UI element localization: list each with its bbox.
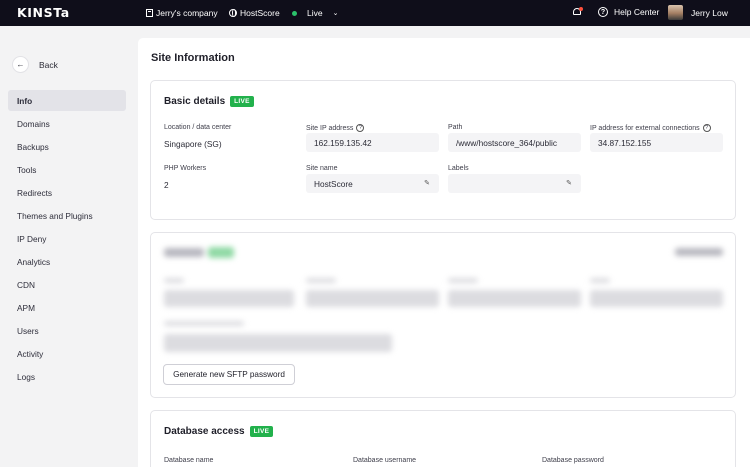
user-name[interactable]: Jerry Low	[691, 8, 728, 18]
php-workers-label: PHP Workers	[164, 165, 207, 172]
back-label: Back	[39, 59, 58, 70]
site-ip-field[interactable]: 162.159.135.42	[306, 133, 439, 152]
sidebar-item-logs[interactable]: Logs	[8, 366, 126, 387]
sidebar-item-themes-plugins[interactable]: Themes and Plugins	[8, 205, 126, 226]
basic-details-title: Basic details LIVE	[164, 96, 254, 107]
database-access-title: Database access LIVE	[164, 426, 274, 437]
sidebar-item-info[interactable]: Info	[8, 90, 126, 111]
external-ip-field[interactable]: 34.87.152.155	[590, 133, 723, 152]
site-ip-value: 162.159.135.42	[314, 137, 372, 148]
kinsta-logo[interactable]: KINSTa	[17, 5, 70, 20]
chevron-down-icon: ⌄	[332, 10, 339, 17]
question-icon: ?	[598, 7, 608, 17]
database-name-label: Database name	[164, 457, 214, 464]
info-icon[interactable]: ?	[702, 124, 711, 132]
path-field[interactable]: /www/hostscore_364/public	[448, 133, 581, 152]
back-link[interactable]: ← Back	[12, 56, 58, 73]
site-name: HostScore	[240, 8, 280, 18]
notifications-bell-icon[interactable]	[572, 7, 583, 18]
pencil-icon[interactable]: ✎	[566, 179, 572, 187]
avatar[interactable]	[668, 5, 683, 20]
environment-switcher[interactable]: Live ⌄	[292, 8, 338, 18]
top-bar: KINSTa Jerry's company HostScore Live ⌄ …	[0, 0, 750, 26]
building-icon	[146, 9, 153, 17]
path-value: /www/hostscore_364/public	[456, 137, 557, 148]
page-title: Site Information	[151, 52, 235, 64]
sidebar-item-analytics[interactable]: Analytics	[8, 251, 126, 272]
database-access-card: Database access LIVE Database name Datab…	[150, 410, 736, 467]
generate-sftp-password-button[interactable]: Generate new SFTP password	[163, 364, 295, 385]
live-status-dot-icon	[292, 10, 297, 16]
live-badge: LIVE	[230, 96, 254, 107]
external-ip-value: 34.87.152.155	[598, 137, 652, 148]
help-center-link[interactable]: ? Help Center	[598, 7, 659, 17]
blurred-content	[151, 233, 735, 353]
notification-dot-icon	[579, 7, 583, 11]
site-name-value: HostScore	[314, 178, 353, 189]
location-label: Location / data center	[164, 124, 232, 131]
environment-name: Live	[307, 8, 323, 18]
sidebar-nav: Info Domains Backups Tools Redirects The…	[8, 90, 126, 389]
sidebar: ← Back Info Domains Backups Tools Redire…	[0, 26, 138, 467]
site-switcher[interactable]: HostScore	[229, 8, 280, 18]
company-switcher[interactable]: Jerry's company	[146, 8, 218, 18]
labels-field[interactable]: ✎	[448, 174, 581, 193]
sidebar-item-users[interactable]: Users	[8, 320, 126, 341]
external-ip-label: IP address for external connections ?	[590, 124, 711, 132]
sidebar-item-domains[interactable]: Domains	[8, 113, 126, 134]
path-label: Path	[448, 124, 463, 131]
arrow-left-icon[interactable]: ←	[12, 56, 29, 73]
info-icon[interactable]: ?	[356, 124, 365, 132]
sftp-card: Generate new SFTP password	[150, 232, 736, 398]
main-panel: Site Information Basic details LIVE Loca…	[138, 38, 750, 467]
globe-icon	[229, 9, 237, 17]
site-ip-label: Site IP address ?	[306, 124, 365, 132]
company-name: Jerry's company	[156, 8, 218, 18]
live-badge: LIVE	[249, 426, 274, 437]
sidebar-item-backups[interactable]: Backups	[8, 136, 126, 157]
sidebar-item-redirects[interactable]: Redirects	[8, 182, 126, 203]
basic-details-card: Basic details LIVE Location / data cente…	[150, 80, 736, 220]
sidebar-item-cdn[interactable]: CDN	[8, 274, 126, 295]
sidebar-item-tools[interactable]: Tools	[8, 159, 126, 180]
sidebar-item-apm[interactable]: APM	[8, 297, 126, 318]
database-username-label: Database username	[353, 457, 417, 464]
database-password-label: Database password	[542, 457, 604, 464]
basic-details-heading: Basic details	[164, 96, 226, 107]
pencil-icon[interactable]: ✎	[424, 179, 430, 187]
labels-label: Labels	[448, 165, 469, 172]
php-workers-value: 2	[164, 180, 169, 190]
sidebar-item-ip-deny[interactable]: IP Deny	[8, 228, 126, 249]
site-name-field[interactable]: HostScore ✎	[306, 174, 439, 193]
database-access-heading: Database access	[164, 426, 245, 437]
location-value: Singapore (SG)	[164, 139, 222, 149]
sidebar-item-activity[interactable]: Activity	[8, 343, 126, 364]
site-name-label: Site name	[306, 165, 338, 172]
help-center-label: Help Center	[614, 7, 660, 17]
